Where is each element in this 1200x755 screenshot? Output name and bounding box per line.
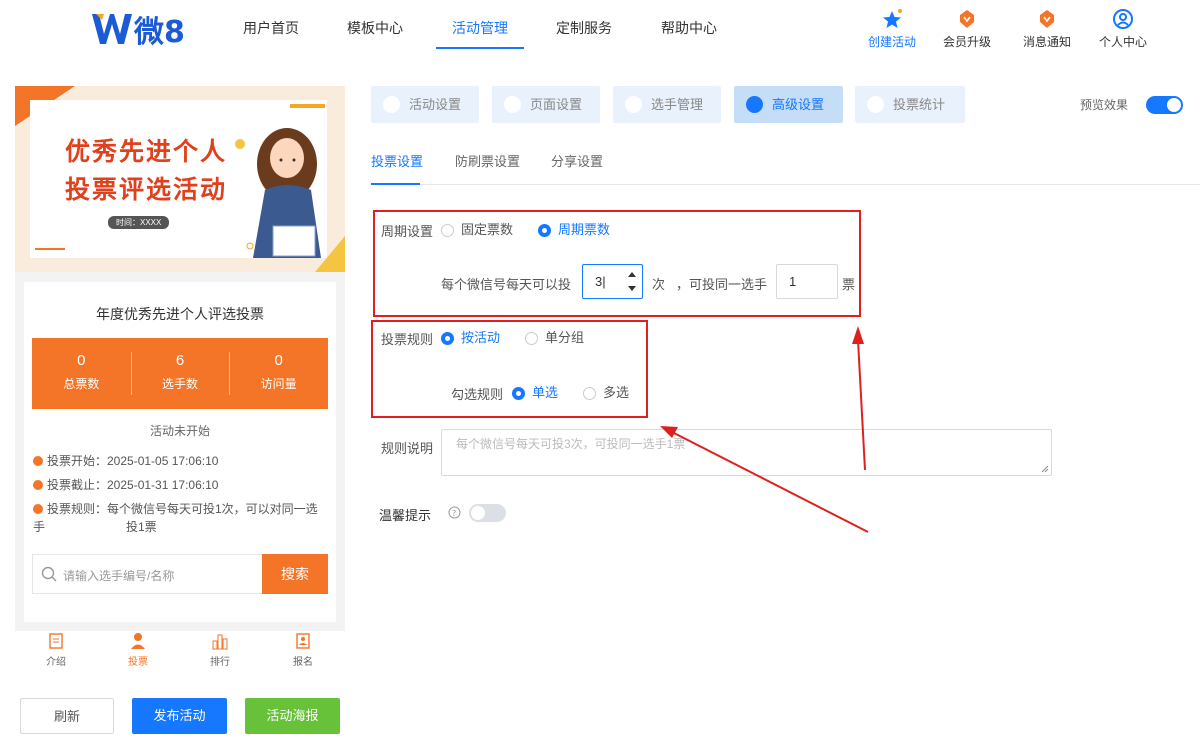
tab-anti-fraud-settings[interactable]: 防刷票设置 bbox=[455, 151, 520, 170]
sub-tab-active-underline bbox=[371, 183, 420, 185]
vote-end-line: 投票截止：2025-01-31 17:06:10 bbox=[33, 476, 218, 494]
stat-total-votes: 0 总票数 bbox=[63, 352, 100, 391]
preview-toggle-label: 预览效果 bbox=[1080, 98, 1129, 112]
nav-custom-service[interactable]: 定制服务 bbox=[556, 18, 612, 38]
page-icon bbox=[504, 96, 521, 113]
stars-icon bbox=[883, 9, 902, 28]
user-circle-icon bbox=[1113, 9, 1133, 29]
warm-tip-toggle[interactable] bbox=[469, 504, 506, 522]
bar-chart-icon bbox=[212, 634, 228, 650]
rule-description-placeholder: 每个微信号每天可投3次，可投同一选手1票 bbox=[456, 437, 686, 451]
step-page-settings[interactable]: 页面设置 bbox=[492, 86, 600, 123]
toggle-knob bbox=[471, 506, 485, 520]
user-icon bbox=[131, 633, 145, 649]
vote-rule-line-2: 投1票 bbox=[126, 520, 157, 534]
warm-tip-label: 温馨提示 bbox=[379, 508, 432, 523]
preview-tab-bar: 介绍 投票 排行 报名 bbox=[15, 631, 345, 671]
sub-tab-divider bbox=[371, 184, 1200, 185]
tab-signup[interactable]: 报名 bbox=[273, 631, 333, 668]
create-activity-button[interactable]: 创建活动 bbox=[857, 8, 927, 50]
tab-ranking[interactable]: 排行 bbox=[190, 631, 250, 668]
info-dot-icon bbox=[33, 456, 43, 466]
nav-template-center[interactable]: 模板中心 bbox=[347, 18, 403, 38]
tab-intro[interactable]: 介绍 bbox=[26, 631, 86, 668]
tab-share-settings[interactable]: 分享设置 bbox=[551, 151, 603, 170]
logo[interactable]: 微8 bbox=[90, 8, 190, 50]
contestant-search: 请输入选手编号/名称 搜索 bbox=[32, 554, 328, 594]
signup-icon bbox=[296, 633, 310, 649]
banner-title-line-1: 优秀先进个人 bbox=[65, 138, 228, 166]
info-dot-icon bbox=[33, 504, 43, 514]
vote-rule-line: 投票规则：每个微信号每天可投1次，可以对同一选手 bbox=[33, 502, 318, 534]
banner-time: 时间：XXXX bbox=[108, 216, 170, 229]
sliders-icon bbox=[746, 96, 763, 113]
refresh-button[interactable]: 刷新 bbox=[20, 698, 114, 734]
member-upgrade-button[interactable]: 会员升级 bbox=[932, 8, 1002, 50]
stat-visits: 0 访问量 bbox=[229, 338, 328, 409]
resize-handle-icon[interactable] bbox=[1041, 465, 1049, 473]
mobile-preview: 优秀先进个人 投票评选活动 时间：XXXX 年度优秀先进个人评选投票 0 总票数… bbox=[15, 86, 345, 631]
tab-vote[interactable]: 投票 bbox=[108, 631, 168, 668]
activity-info-card: 年度优秀先进个人评选投票 0 总票数 6 选手数 0 访问量 活动未开始 投票开… bbox=[24, 282, 336, 622]
activity-title: 年度优秀先进个人评选投票 bbox=[96, 306, 264, 322]
search-input[interactable]: 请输入选手编号/名称 bbox=[63, 567, 174, 584]
highlight-box-cycle bbox=[373, 210, 861, 317]
step-activity-settings[interactable]: 活动设置 bbox=[371, 86, 479, 123]
vote-start-line: 投票开始：2025-01-05 17:06:10 bbox=[33, 452, 218, 470]
step-advanced-settings[interactable]: 高级设置 bbox=[734, 86, 843, 123]
stats-icon bbox=[867, 96, 884, 113]
document-icon bbox=[49, 633, 63, 649]
rule-description-textarea[interactable]: 每个微信号每天可投3次，可投同一选手1票 bbox=[441, 429, 1052, 476]
stats-bar: 0 总票数 6 选手数 0 访问量 bbox=[32, 338, 328, 409]
nav-user-home[interactable]: 用户首页 bbox=[243, 18, 299, 38]
step-vote-statistics[interactable]: 投票统计 bbox=[855, 86, 965, 123]
activity-poster-button[interactable]: 活动海报 bbox=[245, 698, 340, 734]
diamond-icon bbox=[960, 10, 974, 28]
step-contestant-management[interactable]: 选手管理 bbox=[613, 86, 721, 123]
info-dot-icon bbox=[33, 480, 43, 490]
banner-title-line-2: 投票评选活动 bbox=[65, 176, 228, 204]
help-question-icon[interactable]: ? bbox=[448, 506, 461, 519]
svg-text:?: ? bbox=[452, 509, 456, 518]
stat-contestants: 6 选手数 bbox=[130, 338, 230, 409]
top-header: 微8 用户首页 模板中心 活动管理 定制服务 帮助中心 创建活动 会员升级 消息… bbox=[0, 0, 1200, 62]
bell-diamond-icon bbox=[1040, 10, 1054, 28]
publish-activity-button[interactable]: 发布活动 bbox=[132, 698, 227, 734]
search-icon bbox=[41, 566, 57, 582]
rule-description-label: 规则说明 bbox=[381, 441, 434, 456]
heart-icon bbox=[383, 96, 400, 113]
personal-center-button[interactable]: 个人中心 bbox=[1088, 8, 1158, 50]
nav-active-underline bbox=[436, 47, 524, 49]
toggle-knob bbox=[1167, 98, 1181, 112]
message-notification-button[interactable]: 消息通知 bbox=[1012, 8, 1082, 50]
preview-toggle[interactable] bbox=[1146, 96, 1183, 114]
logo-text: 微8 bbox=[133, 15, 185, 50]
nav-help-center[interactable]: 帮助中心 bbox=[661, 18, 717, 38]
tab-vote-settings[interactable]: 投票设置 bbox=[371, 151, 423, 170]
activity-banner: 优秀先进个人 投票评选活动 时间：XXXX bbox=[15, 86, 345, 272]
nav-activity-management[interactable]: 活动管理 bbox=[452, 18, 508, 38]
person-icon bbox=[625, 96, 642, 113]
highlight-box-rule bbox=[371, 320, 648, 418]
activity-status: 活动未开始 bbox=[149, 424, 210, 438]
search-button[interactable]: 搜索 bbox=[262, 554, 328, 594]
